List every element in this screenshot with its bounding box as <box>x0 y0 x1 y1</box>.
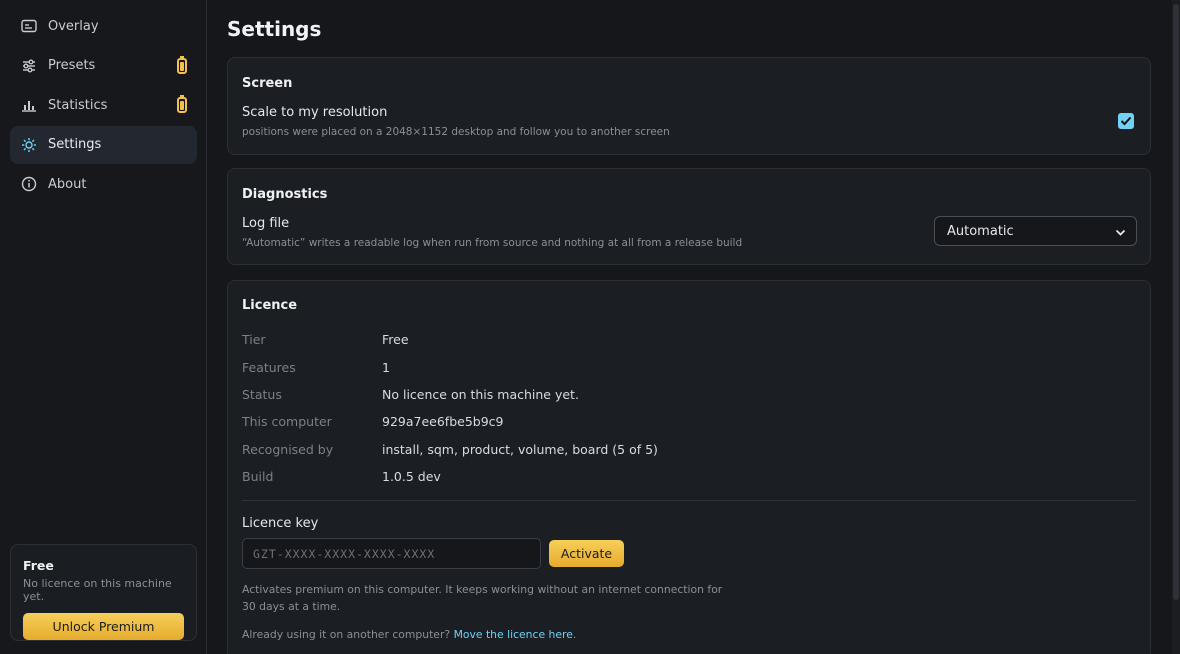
licence-row-value: 1.0.5 dev <box>382 469 441 484</box>
chevron-down-icon <box>1115 226 1126 241</box>
scale-hint: positions were placed on a 2048×1152 des… <box>242 126 670 138</box>
diagnostics-card: Diagnostics Log file “Automatic” writes … <box>227 168 1151 265</box>
check-icon <box>1120 116 1132 126</box>
scale-checkbox[interactable] <box>1118 113 1134 129</box>
sidebar-item-statistics[interactable]: Statistics <box>10 86 197 124</box>
move-licence-suffix: . <box>572 628 577 641</box>
sidebar-licence-card: Free No licence on this machine yet. Unl… <box>10 544 197 641</box>
move-licence-link[interactable]: Move the licence here <box>454 628 573 641</box>
licence-card: Licence Tier Free Features 1 Status No l… <box>227 280 1151 654</box>
licence-status: No licence on this machine yet. <box>23 577 172 603</box>
licence-key-label: Licence key <box>242 516 319 531</box>
sidebar-item-presets[interactable]: Presets <box>10 47 197 85</box>
scrollbar-thumb[interactable] <box>1173 4 1179 600</box>
log-file-select[interactable]: Automatic <box>934 216 1137 246</box>
sidebar-item-settings[interactable]: Settings <box>10 125 197 164</box>
unlock-premium-button[interactable]: Unlock Premium <box>23 613 184 640</box>
licence-row-value: 1 <box>382 360 390 375</box>
licence-row-key: Features <box>242 360 296 375</box>
licence-note-line: Activates premium on this computer. It k… <box>242 583 723 596</box>
info-icon <box>21 176 37 192</box>
overlay-icon <box>21 18 37 34</box>
sidebar-item-label: Overlay <box>48 18 99 34</box>
licence-row-key: Build <box>242 469 274 484</box>
licence-row-key: This computer <box>242 414 332 429</box>
licence-note-line: 30 days at a time. <box>242 600 341 613</box>
licence-heading: Licence <box>242 298 298 313</box>
move-licence-text: Already using it on another computer? Mo… <box>242 626 576 643</box>
scale-label: Scale to my resolution <box>242 105 388 120</box>
move-licence-prefix: Already using it on another computer? <box>242 628 451 641</box>
log-file-hint: “Automatic” writes a readable log when r… <box>242 237 743 249</box>
licence-row-value: Free <box>382 332 409 347</box>
log-file-value: Automatic <box>947 223 1014 239</box>
main-content: Settings Screen Scale to my resolution p… <box>208 0 1172 654</box>
sidebar-item-label: About <box>48 176 87 192</box>
licence-note: Activates premium on this computer. It k… <box>242 581 722 615</box>
screen-card: Screen Scale to my resolution positions … <box>227 57 1151 155</box>
licence-row-key: Recognised by <box>242 442 334 457</box>
sidebar-item-label: Settings <box>48 137 102 152</box>
licence-row-value: 929a7ee6fbe5b9c9 <box>382 414 504 429</box>
premium-lock-icon <box>177 95 187 113</box>
divider <box>242 500 1136 501</box>
sidebar-item-label: Presets <box>48 58 96 73</box>
premium-lock-icon <box>177 55 187 74</box>
log-file-label: Log file <box>242 216 290 231</box>
sidebar-nav: Overlay Presets Statistics Settings Abou… <box>10 7 197 205</box>
activate-button[interactable]: Activate <box>549 540 624 567</box>
licence-row-key: Tier <box>242 332 266 347</box>
sidebar: Overlay Presets Statistics Settings Abou… <box>0 0 207 654</box>
page-title: Settings <box>227 17 322 41</box>
licence-key-input[interactable] <box>242 538 541 569</box>
sidebar-item-overlay[interactable]: Overlay <box>10 7 197 45</box>
sidebar-item-label: Statistics <box>48 97 108 113</box>
licence-row-value: No licence on this machine yet. <box>382 387 579 402</box>
scrollbar[interactable] <box>1172 0 1180 654</box>
licence-tier: Free <box>23 558 54 573</box>
screen-heading: Screen <box>242 76 293 91</box>
chart-icon <box>21 97 37 113</box>
diagnostics-heading: Diagnostics <box>242 187 328 202</box>
licence-row-value: install, sqm, product, volume, board (5 … <box>382 442 658 457</box>
gear-icon <box>21 137 37 153</box>
sliders-icon <box>21 58 37 74</box>
licence-row-key: Status <box>242 387 282 402</box>
sidebar-item-about[interactable]: About <box>10 165 197 203</box>
